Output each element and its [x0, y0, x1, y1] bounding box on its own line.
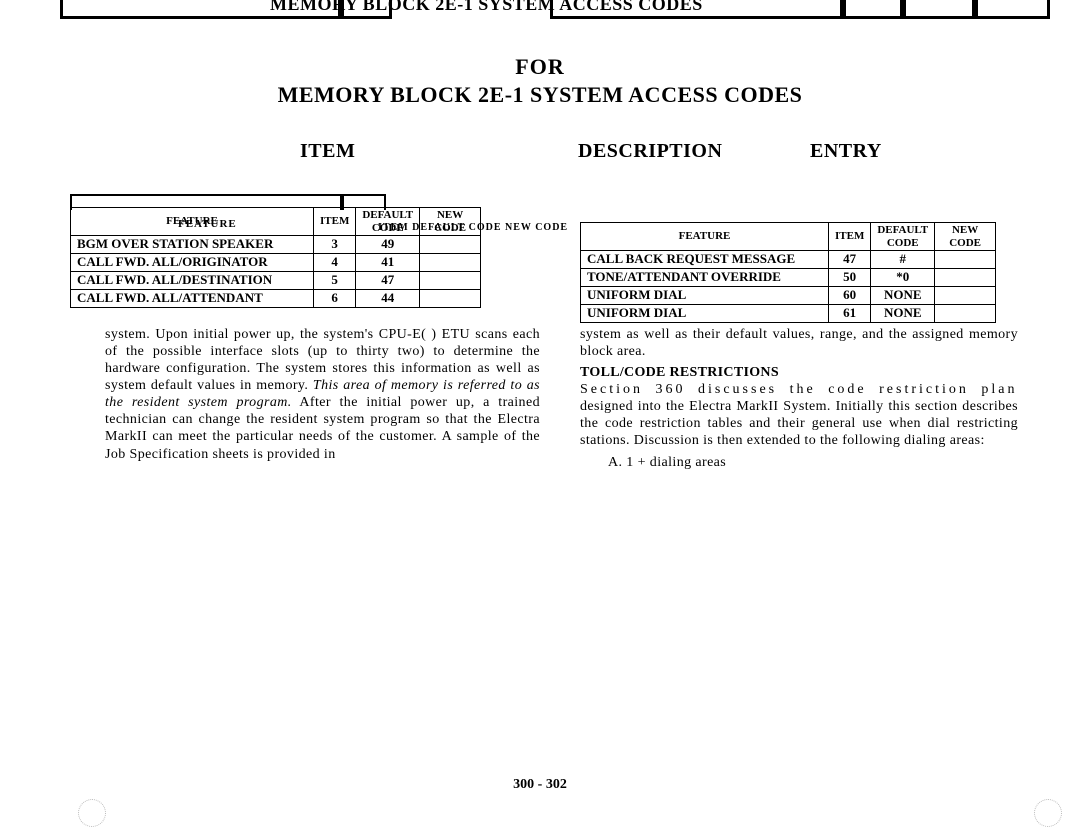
cell-feature: BGM OVER STATION SPEAKER — [71, 236, 314, 254]
th-new-code: NEWCODE — [935, 223, 996, 251]
cell-item: 6 — [314, 290, 356, 308]
table-row: CALL BACK REQUEST MESSAGE 47 # — [581, 251, 996, 269]
cell-feature: UNIFORM DIAL — [581, 305, 829, 323]
cell-item: 5 — [314, 272, 356, 290]
th-feature: FEATURE — [71, 208, 314, 236]
top-cutoff-strip: MEMORY BLOCK 2E-1 SYSTEM ACCESS CODES — [60, 0, 1066, 24]
table-row: CALL FWD. ALL/ORIGINATOR 4 41 — [71, 254, 481, 272]
cell-default-code: NONE — [871, 287, 935, 305]
fragment-box — [60, 0, 344, 19]
table-row: BGM OVER STATION SPEAKER 3 49 — [71, 236, 481, 254]
colhead-entry: ENTRY — [810, 140, 882, 163]
cell-feature: TONE/ATTENDANT OVERRIDE — [581, 269, 829, 287]
th-default-code: DEFAULTCODE — [356, 208, 420, 236]
cell-new-code — [420, 254, 481, 272]
cell-new-code — [935, 305, 996, 323]
cell-default-code: 44 — [356, 290, 420, 308]
hole-punch-icon — [78, 799, 106, 827]
body-text-right: system as well as their default values, … — [580, 326, 1018, 471]
th-default-code: DEFAULTCODE — [871, 223, 935, 251]
body-right-p1: system as well as their default values, … — [580, 326, 1018, 360]
colhead-item: ITEM — [300, 140, 355, 163]
cell-item: 3 — [314, 236, 356, 254]
cell-default-code: NONE — [871, 305, 935, 323]
cell-new-code — [420, 272, 481, 290]
cell-item: 60 — [829, 287, 871, 305]
colhead-description: DESCRIPTION — [578, 140, 722, 163]
cell-new-code — [935, 251, 996, 269]
fragment-box — [900, 0, 978, 19]
table-row: UNIFORM DIAL 60 NONE — [581, 287, 996, 305]
cell-new-code — [420, 236, 481, 254]
th-item: ITEM — [829, 223, 871, 251]
cell-new-code — [935, 269, 996, 287]
cell-new-code — [420, 290, 481, 308]
cell-feature: CALL FWD. ALL/ORIGINATOR — [71, 254, 314, 272]
body-right-p2a: Section 360 discusses the code restricti… — [580, 381, 1018, 398]
fragment-box — [972, 0, 1050, 19]
cell-feature: UNIFORM DIAL — [581, 287, 829, 305]
feature-table-right: FEATURE ITEM DEFAULTCODE NEWCODE CALL BA… — [580, 222, 996, 323]
table-row: TONE/ATTENDANT OVERRIDE 50 *0 — [581, 269, 996, 287]
header-title: MEMORY BLOCK 2E-1 SYSTEM ACCESS CODES — [0, 82, 1080, 108]
body-right-list-a: A. 1 + dialing areas — [608, 454, 1018, 471]
cell-item: 4 — [314, 254, 356, 272]
cell-default-code: 41 — [356, 254, 420, 272]
cell-default-code: # — [871, 251, 935, 269]
cell-feature: CALL FWD. ALL/DESTINATION — [71, 272, 314, 290]
th-feature: FEATURE — [581, 223, 829, 251]
cell-item: 50 — [829, 269, 871, 287]
fragment-box — [338, 0, 392, 19]
cell-feature: CALL BACK REQUEST MESSAGE — [581, 251, 829, 269]
page-number: 300 - 302 — [0, 777, 1080, 793]
cell-default-code: 47 — [356, 272, 420, 290]
cell-item: 47 — [829, 251, 871, 269]
header-for: FOR — [0, 54, 1080, 80]
feature-table-left: FEATURE ITEM DEFAULTCODE NEWCODE BGM OVE… — [70, 207, 481, 308]
th-new-code: NEWCODE — [420, 208, 481, 236]
body-text-left: system. Upon initial power up, the syste… — [105, 326, 540, 463]
page-header: FOR MEMORY BLOCK 2E-1 SYSTEM ACCESS CODE… — [0, 54, 1080, 108]
cell-default-code: *0 — [871, 269, 935, 287]
cell-default-code: 49 — [356, 236, 420, 254]
hole-punch-icon — [1034, 799, 1062, 827]
fragment-box — [840, 0, 906, 19]
body-right-p2b: designed into the Electra MarkII System.… — [580, 398, 1018, 449]
table-row: CALL FWD. ALL/DESTINATION 5 47 — [71, 272, 481, 290]
fragment-box — [550, 0, 846, 19]
cell-feature: CALL FWD. ALL/ATTENDANT — [71, 290, 314, 308]
subhead-toll-code: TOLL/CODE RESTRICTIONS — [580, 364, 1018, 381]
table-row: CALL FWD. ALL/ATTENDANT 6 44 — [71, 290, 481, 308]
table-row: UNIFORM DIAL 61 NONE — [581, 305, 996, 323]
cell-new-code — [935, 287, 996, 305]
cell-item: 61 — [829, 305, 871, 323]
th-item: ITEM — [314, 208, 356, 236]
